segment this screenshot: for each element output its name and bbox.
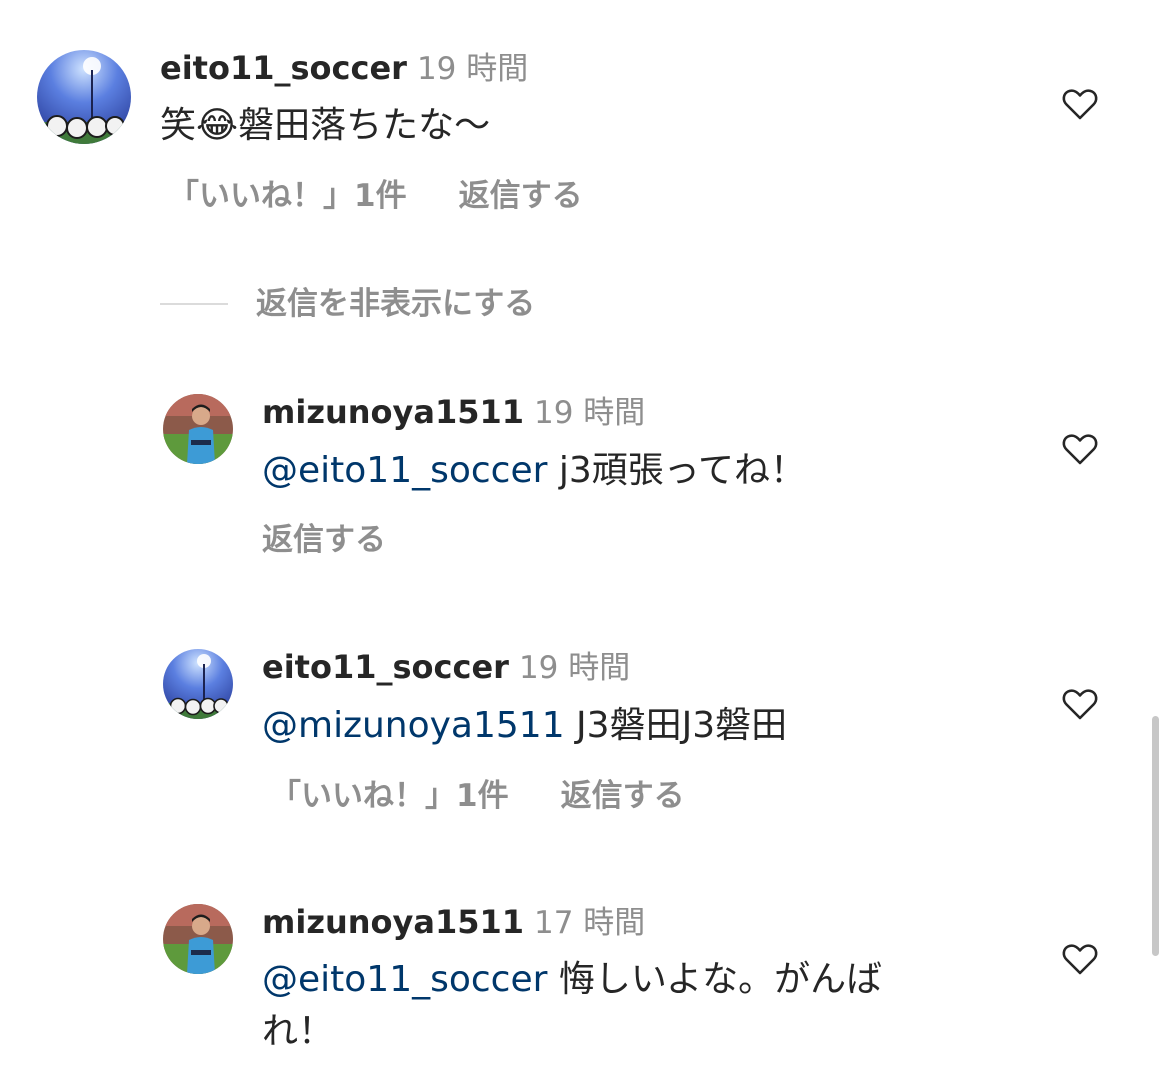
comment-text-part: J3磐田J3磐田 (564, 705, 788, 746)
divider-line (160, 303, 228, 305)
hide-replies-label: 返信を非表示にする (256, 286, 536, 322)
comment-text-part: 悔しいよな。がんば (547, 959, 883, 1000)
reply-button[interactable]: 返信する (561, 778, 685, 814)
comment-header: mizunoya1511 19 時間 (262, 392, 645, 438)
comment-thread: eito11_soccer 19 時間 笑😂磐田落ちたな〜 「いいね！」1件 返信す… (0, 0, 1170, 1070)
comment-text: @eito11_soccer j3頑張ってね！ (262, 445, 806, 497)
username[interactable]: eito11_soccer (160, 49, 407, 87)
comment-text-part: j3頑張ってね！ (547, 450, 806, 491)
heart-icon[interactable] (1060, 684, 1100, 724)
comment-text: @mizunoya1511 J3磐田J3磐田 (262, 700, 787, 752)
comment-text: 笑😂磐田落ちたな〜 (160, 100, 490, 152)
comment-line: @eito11_soccer 悔しいよな。がんば (262, 954, 942, 1006)
mention-link[interactable]: @mizunoya1511 (262, 705, 565, 746)
timestamp: 19 時間 (534, 395, 646, 431)
reply-button[interactable]: 返信する (262, 522, 386, 558)
comment-text-part: 磐田落ちたな〜 (238, 105, 491, 146)
avatar[interactable] (163, 649, 233, 719)
comment-actions: 返信する (262, 520, 386, 560)
likes-count[interactable]: 「いいね！」1件 (270, 778, 509, 814)
timestamp: 19 時間 (416, 51, 529, 87)
username[interactable]: mizunoya1511 (262, 393, 524, 431)
avatar[interactable] (163, 394, 233, 464)
player-avatar-image (163, 394, 233, 464)
heart-icon[interactable] (1060, 429, 1100, 469)
comment-actions: 「いいね！」1件 返信する (168, 176, 583, 216)
stadium-avatar-image (37, 50, 131, 144)
username[interactable]: eito11_soccer (262, 648, 509, 686)
heart-icon[interactable] (1060, 84, 1100, 124)
mention-link[interactable]: @eito11_soccer (262, 450, 547, 491)
stadium-avatar-image (163, 649, 233, 719)
comment-text: @eito11_soccer 悔しいよな。がんば れ！ (262, 954, 942, 1058)
laughing-emoji-icon: 😂 (196, 105, 239, 146)
timestamp: 17 時間 (534, 905, 646, 941)
avatar[interactable] (163, 904, 233, 974)
scrollbar[interactable] (1152, 716, 1159, 956)
mention-link[interactable]: @eito11_soccer (262, 959, 547, 1000)
reply-button[interactable]: 返信する (459, 178, 583, 214)
username[interactable]: mizunoya1511 (262, 903, 524, 941)
comment-line: れ！ (262, 1011, 335, 1052)
comment-text-part: 笑 (160, 105, 197, 146)
comment-header: mizunoya1511 17 時間 (262, 902, 645, 948)
avatar[interactable] (37, 50, 131, 144)
comment-header: eito11_soccer 19 時間 (160, 48, 528, 94)
player-avatar-image (163, 904, 233, 974)
comment-header: eito11_soccer 19 時間 (262, 647, 630, 693)
likes-count[interactable]: 「いいね！」1件 (168, 178, 407, 214)
timestamp: 19 時間 (518, 650, 631, 686)
heart-icon[interactable] (1060, 939, 1100, 979)
comment-actions: 「いいね！」1件 返信する (270, 776, 685, 816)
